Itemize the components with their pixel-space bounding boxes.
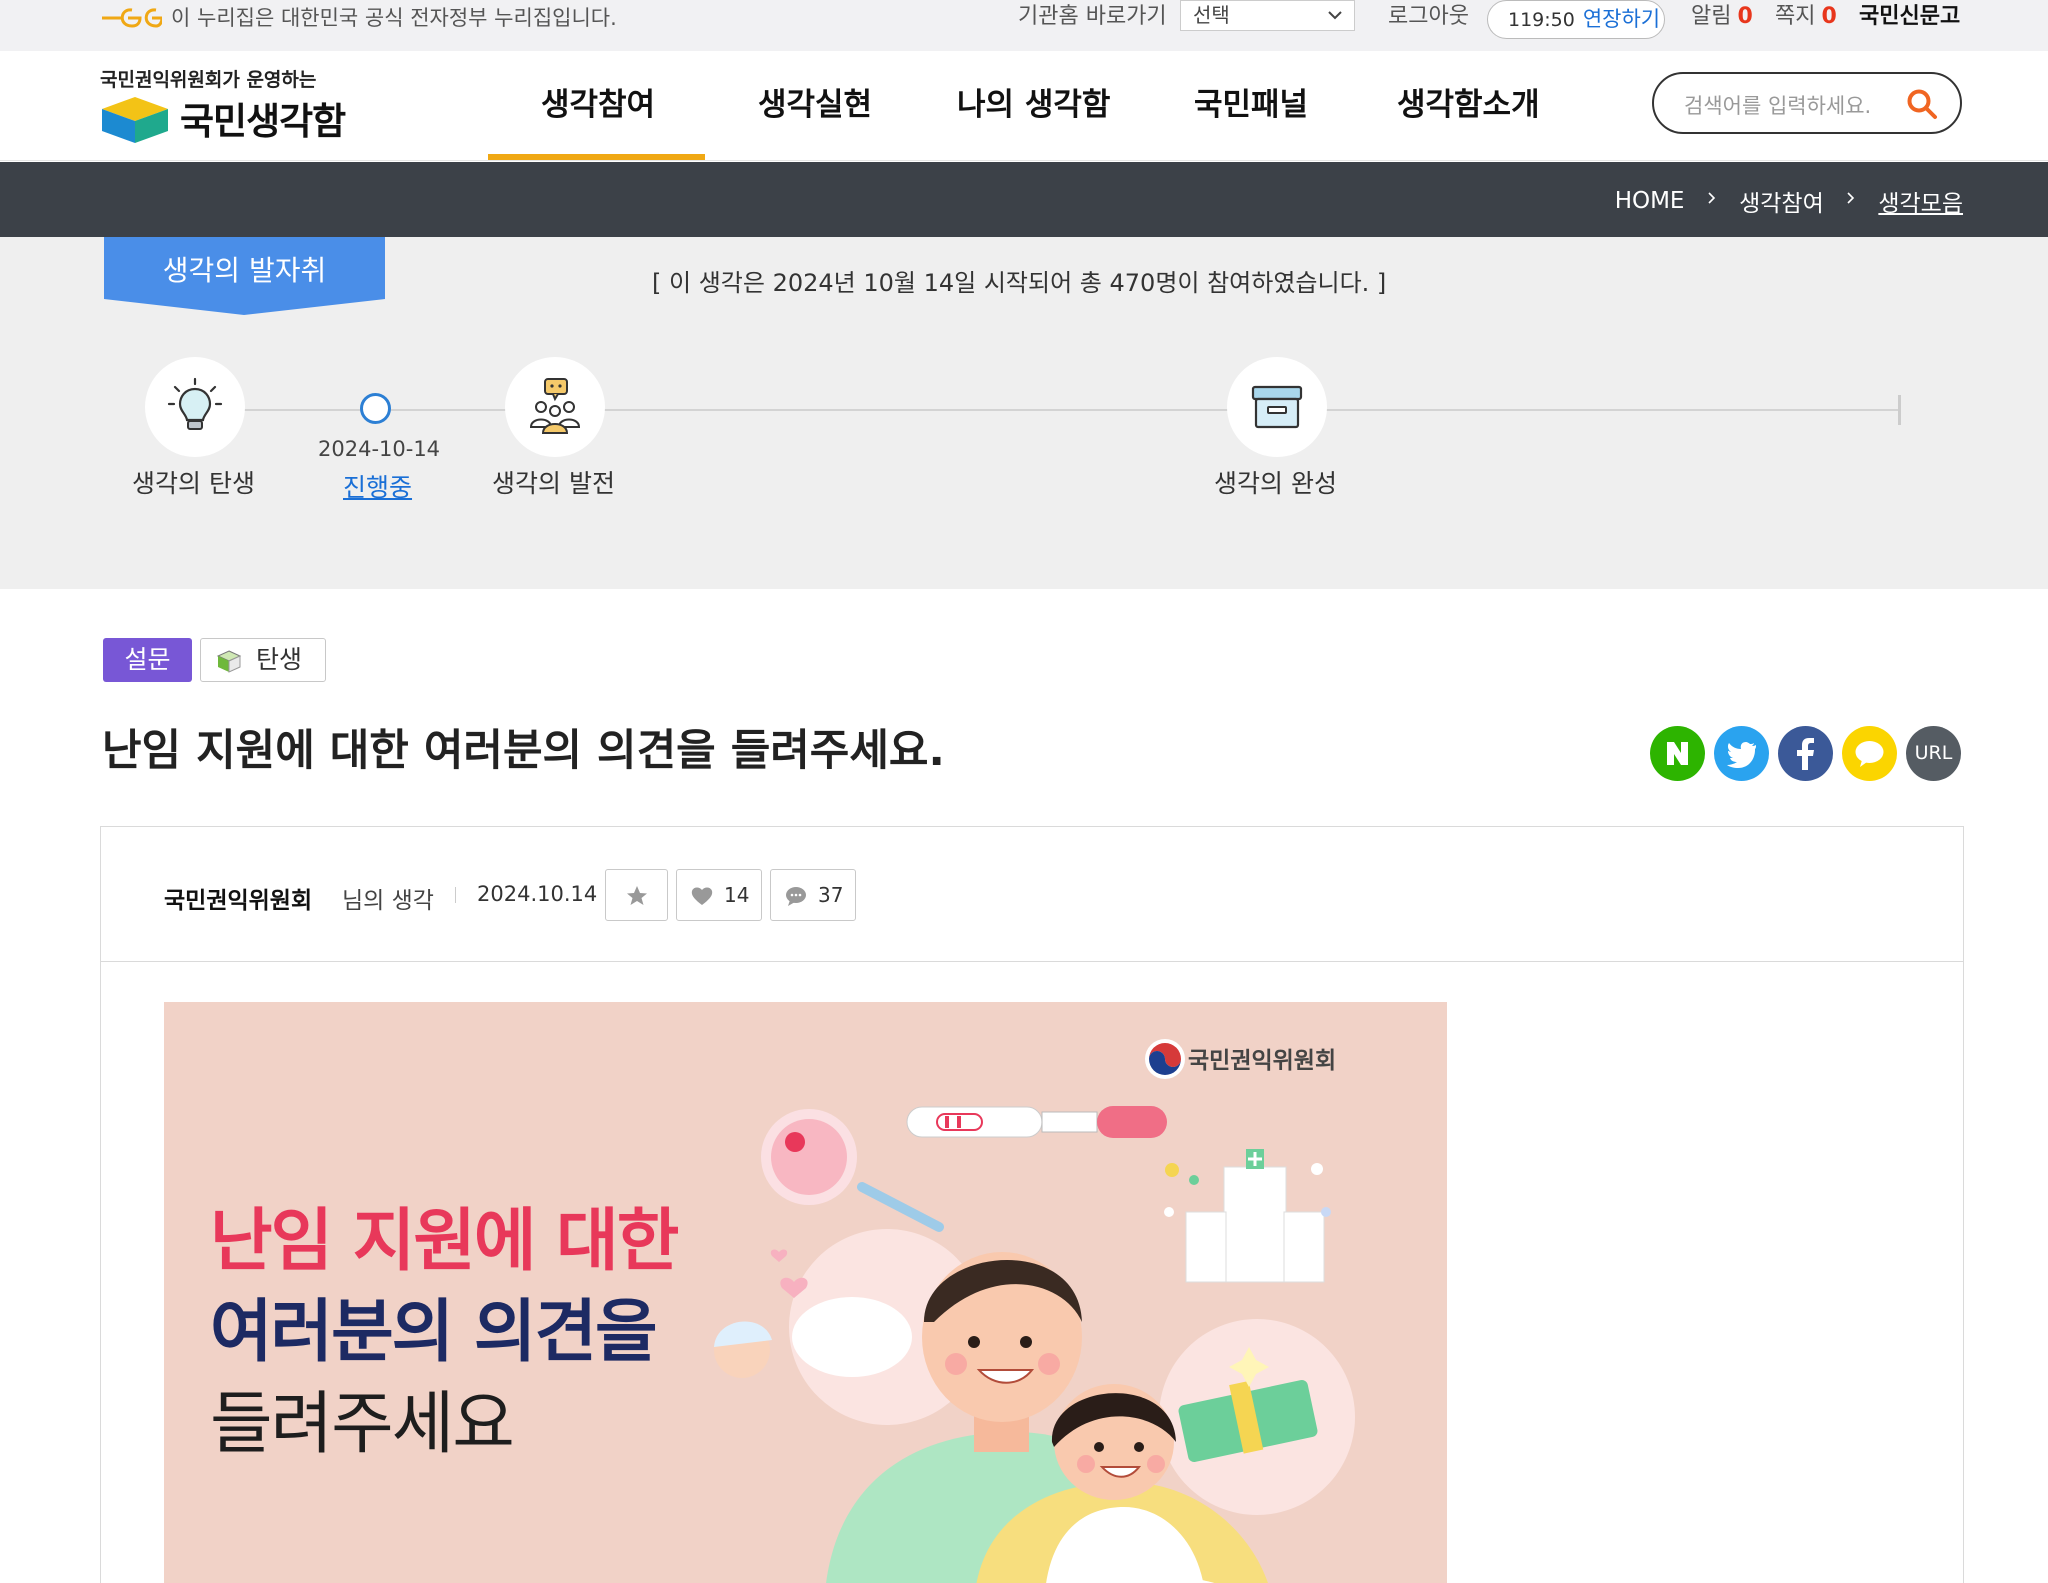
post-author-suffix: 님의 생각 [342,888,434,914]
stage-date: 2024-10-14 [318,437,441,461]
survey-tag: 설문 [103,638,192,682]
gov-notice: 이 누리집은 대한민국 공식 전자정부 누리집입니다. [171,6,617,30]
banner-line-3: 들려주세요 [210,1385,515,1464]
stage-birth-label: 생각의 탄생 [132,469,255,498]
stage-complete-node [1227,357,1327,457]
logo-title: 국민생각함 [180,100,346,143]
logout-link[interactable]: 로그아웃 [1388,3,1469,31]
twitter-icon [1714,726,1769,781]
breadcrumb-current[interactable]: 생각모음 [1878,184,1963,218]
meta-divider [455,887,456,903]
like-count: 14 [724,883,750,907]
korea-emblem-icon [1145,1039,1185,1079]
post-date: 2024.10.14 [477,882,598,906]
breadcrumb-home[interactable]: HOME [1615,188,1685,214]
share-kakao-button[interactable] [1842,726,1897,781]
archive-box-icon [1251,385,1303,429]
facebook-icon [1778,726,1833,781]
message-label: 쪽지 [1775,4,1816,29]
share-twitter-button[interactable] [1714,726,1769,781]
breadcrumb-participate[interactable]: 생각참여 [1739,184,1824,218]
nav-item-panel[interactable]: 국민패널 [1194,79,1308,124]
stage-develop-label: 생각의 발전 [492,469,615,498]
post-meta: 국민권익위원회 님의 생각 2024.10.14 14 37 [101,827,1963,962]
stage-birth-node [145,357,245,457]
stage-status-link[interactable]: 진행중 [343,468,412,504]
lightbulb-icon [167,377,223,430]
logo-cube-icon [102,97,168,143]
stage-tag: 탄생 [200,638,326,682]
search-box[interactable]: 검색어를 입력하세요. [1652,72,1962,134]
comment-count: 37 [818,883,844,907]
thought-timeline: 생각의 발자취 [ 이 생각은 2024년 10월 14일 시작되어 총 470… [0,237,2048,589]
bookmark-button[interactable] [605,869,668,921]
sinmungo-link[interactable]: 국민신문고 [1859,3,1960,31]
timeline-ribbon-label: 생각의 발자취 [162,254,327,287]
share-facebook-button[interactable] [1778,726,1833,781]
like-button[interactable]: 14 [676,869,762,921]
share-url-button[interactable]: URL [1906,726,1961,781]
utility-bar: 이 누리집은 대한민국 공식 전자정부 누리집입니다. 기관홈 바로가기 선택 … [0,0,2048,51]
alarm-label: 알림 [1691,4,1732,29]
post-author: 국민권익위원회 [164,888,313,914]
session-timer-value: 119:50 [1508,9,1575,31]
nav-item-about[interactable]: 생각함소개 [1397,79,1540,124]
search-icon[interactable] [1906,88,1938,120]
breadcrumb-bar: HOME 생각참여 생각모음 [0,162,2048,237]
stage-current-dot [360,393,391,424]
cube-icon [216,650,242,673]
comment-button[interactable]: 37 [770,869,856,921]
shortcut-label: 기관홈 바로가기 [1018,4,1167,29]
stage-develop-node [505,357,605,457]
discussion-group-icon [529,378,581,434]
logo-subtitle: 국민권익위원회가 운영하는 [100,69,317,91]
chevron-down-icon [1328,11,1342,20]
chevron-right-icon [1847,191,1855,204]
stage-tag-label: 탄생 [256,645,303,674]
kakao-talk-icon [1842,726,1897,781]
breadcrumb: HOME 생각참여 생각모음 [1615,184,1963,218]
survey-banner-image: 국민권익위원회 난임 지원에 대한 여러분의 의견을 들려주세요 [164,1002,1447,1583]
banner-line-2: 여러분의 의견을 [210,1293,658,1372]
timeline-end-marker [1898,395,1901,425]
nav-active-indicator [488,154,705,160]
post-card: 국민권익위원회 님의 생각 2024.10.14 14 37 국민권익위원회 난… [100,826,1964,1583]
star-icon [627,886,647,905]
nav-item-my-box[interactable]: 나의 생각함 [957,79,1110,124]
heart-icon [691,887,713,905]
nav-item-realization[interactable]: 생각실현 [758,79,872,124]
alarm-link[interactable]: 알림 0 [1691,3,1753,31]
share-naver-button[interactable] [1650,726,1705,781]
session-timer: 119:50 연장하기 [1487,0,1665,39]
nav-item-participate[interactable]: 생각참여 [541,79,655,124]
egov-logo-icon [102,8,162,28]
page-title: 난임 지원에 대한 여러분의 의견을 들려주세요. [102,726,945,776]
speech-bubble-icon [786,887,806,906]
stage-complete-label: 생각의 완성 [1214,469,1337,498]
timeline-line [188,409,1900,411]
search-input[interactable]: 검색어를 입력하세요. [1684,90,1871,120]
participation-summary: [ 이 생각은 2024년 10월 14일 시작되어 총 470명이 참여하였습… [652,269,1387,297]
banner-org-name: 국민권익위원회 [1188,1048,1337,1074]
message-link[interactable]: 쪽지 0 [1775,3,1837,31]
chevron-right-icon [1708,191,1715,204]
site-header: 국민권익위원회가 운영하는 국민생각함 생각참여 생각실현 나의 생각함 국민패… [0,51,2048,161]
timeline-ribbon: 생각의 발자취 [104,237,385,315]
extend-session-button[interactable]: 연장하기 [1583,7,1660,31]
naver-icon [1650,726,1705,781]
site-logo[interactable]: 국민권익위원회가 운영하는 국민생각함 [100,65,350,145]
alarm-count: 0 [1737,4,1753,29]
agency-select-value: 선택 [1193,3,1230,27]
message-count: 0 [1821,4,1837,29]
banner-line-1: 난임 지원에 대한 [210,1202,679,1281]
agency-shortcut-select[interactable]: 선택 [1180,0,1355,31]
